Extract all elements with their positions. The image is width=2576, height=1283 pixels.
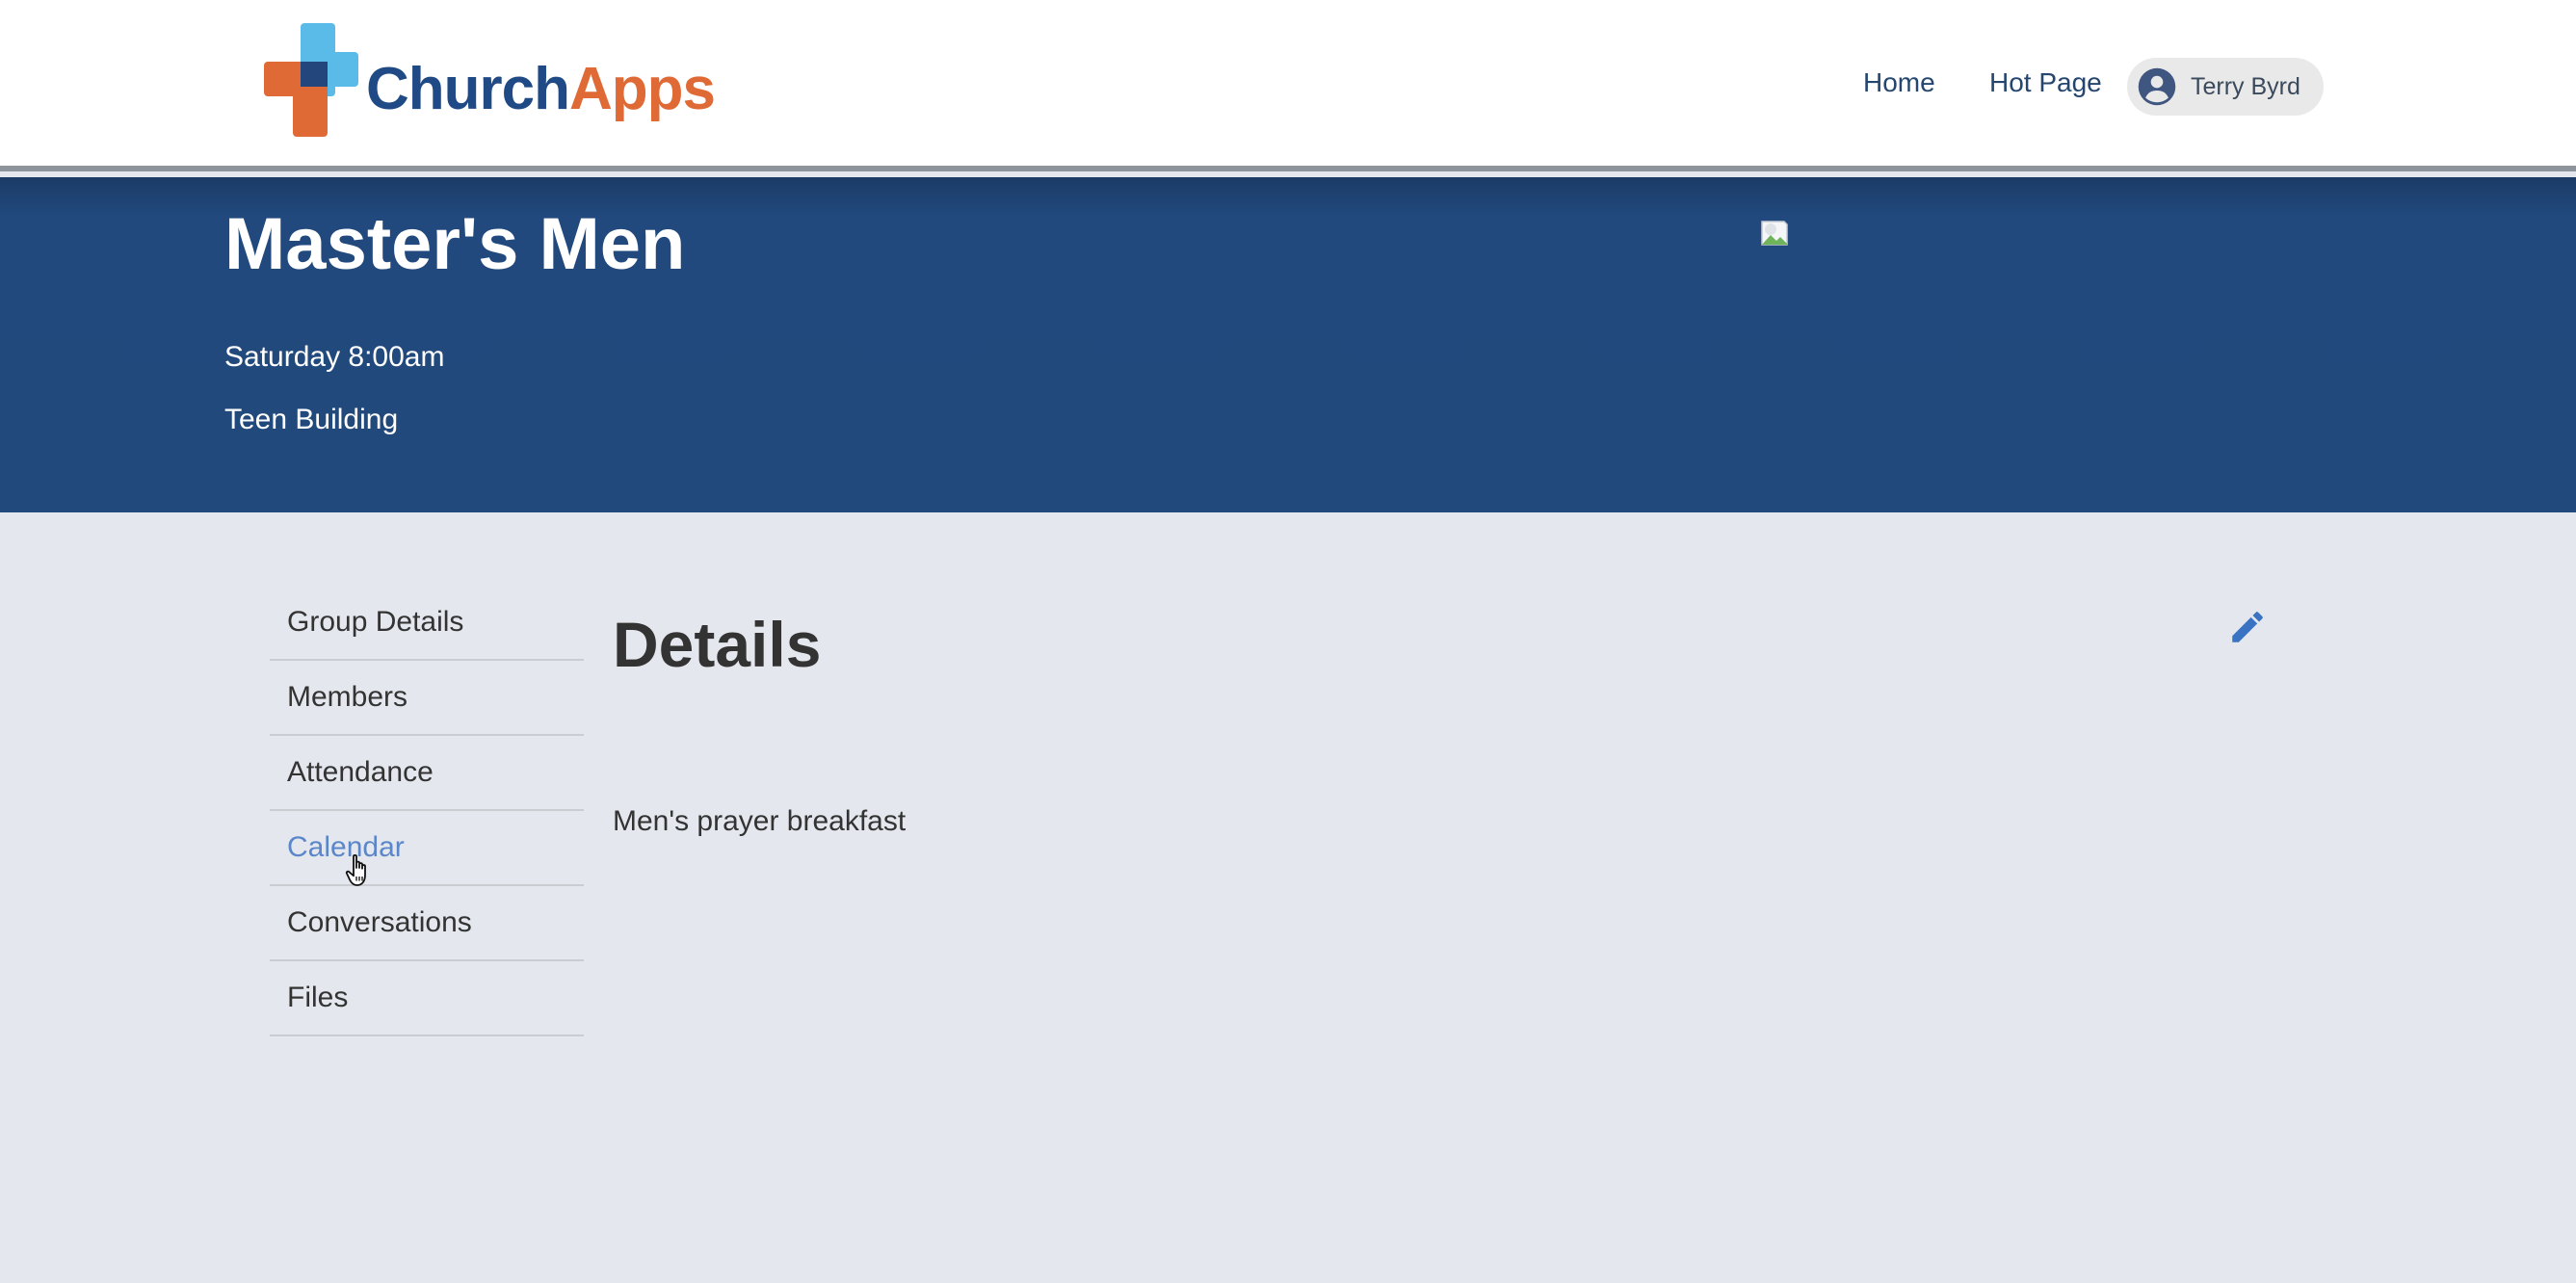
menu-item-label: Attendance bbox=[287, 756, 434, 788]
logo-wordmark: ChurchApps bbox=[366, 60, 716, 119]
group-title: Master's Men bbox=[224, 203, 686, 285]
group-location: Teen Building bbox=[224, 404, 399, 435]
broken-image-icon bbox=[1761, 221, 1788, 246]
user-name-label: Terry Byrd bbox=[2191, 72, 2300, 100]
menu-item-label: Group Details bbox=[287, 606, 464, 638]
menu-item-attendance[interactable]: Attendance bbox=[270, 736, 584, 811]
group-hero-banner: Master's Men Saturday 8:00am Teen Buildi… bbox=[0, 177, 2576, 512]
pencil-icon bbox=[2232, 612, 2263, 642]
group-side-menu: Group Details Members Attendance Calenda… bbox=[270, 586, 584, 1036]
menu-item-label: Files bbox=[287, 982, 349, 1013]
nav-hot-page-link[interactable]: Hot Page bbox=[1989, 69, 2102, 96]
menu-item-label: Conversations bbox=[287, 906, 472, 938]
details-heading: Details bbox=[613, 609, 822, 680]
menu-item-label: Members bbox=[287, 681, 408, 713]
logo-church-text: Church bbox=[366, 56, 570, 122]
menu-item-calendar[interactable]: Calendar bbox=[270, 811, 584, 886]
account-circle-icon bbox=[2138, 67, 2176, 106]
cross-logo-icon bbox=[264, 23, 358, 137]
nav-home-link[interactable]: Home bbox=[1863, 69, 1935, 96]
edit-details-button[interactable] bbox=[2225, 605, 2270, 649]
hand-pointer-cursor-icon bbox=[345, 853, 366, 886]
top-navbar: ChurchApps Home Hot Page Terry Byrd bbox=[0, 0, 2576, 171]
logo-apps-text: Apps bbox=[569, 56, 716, 122]
menu-item-conversations[interactable]: Conversations bbox=[270, 886, 584, 961]
group-description: Men's prayer breakfast bbox=[613, 805, 907, 837]
user-menu-button[interactable]: Terry Byrd bbox=[2127, 58, 2324, 116]
group-schedule: Saturday 8:00am bbox=[224, 341, 445, 373]
menu-item-members[interactable]: Members bbox=[270, 661, 584, 736]
menu-item-group-details[interactable]: Group Details bbox=[270, 586, 584, 661]
churchapps-logo[interactable]: ChurchApps bbox=[264, 23, 716, 137]
menu-item-files[interactable]: Files bbox=[270, 961, 584, 1036]
